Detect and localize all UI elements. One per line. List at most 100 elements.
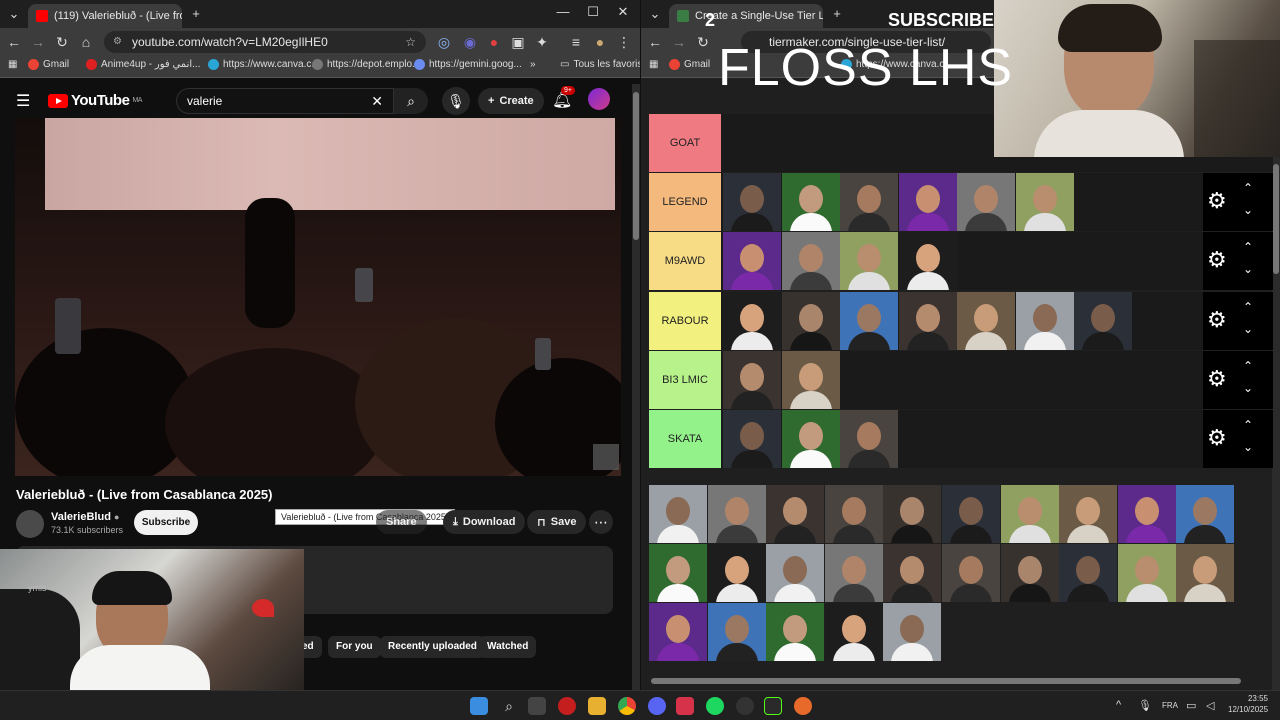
tier-item-image[interactable] <box>840 410 898 468</box>
tier-item-image[interactable] <box>781 173 840 231</box>
channel-name[interactable]: ValerieBlud ● <box>51 511 119 523</box>
bookmark-canva[interactable]: https://www.canva.c... <box>208 59 320 70</box>
tier-item-image[interactable] <box>957 292 1015 350</box>
back-icon[interactable]: ← <box>6 34 22 50</box>
tier-item-image[interactable] <box>781 410 840 468</box>
move-tier-down-icon[interactable]: ⌄ <box>1243 262 1253 276</box>
network-icon[interactable]: ▭ <box>1186 699 1196 712</box>
voice-search-icon[interactable]: 🎙 <box>442 87 470 115</box>
search-icon[interactable]: ⌕ <box>500 697 518 715</box>
pool-item-image[interactable] <box>883 603 942 661</box>
tier-label[interactable]: RABOUR <box>649 292 721 350</box>
file-explorer-icon[interactable] <box>588 697 606 715</box>
pool-item-image[interactable] <box>766 603 825 661</box>
apps-icon[interactable]: ▦ <box>649 59 658 70</box>
menu-icon[interactable]: ⋮ <box>616 34 632 50</box>
save-button[interactable]: ⊓ Save <box>527 510 587 534</box>
pool-item-image[interactable] <box>1000 485 1059 543</box>
move-tier-up-icon[interactable]: ⌃ <box>1243 240 1253 254</box>
extension-icon[interactable]: ● <box>486 34 502 50</box>
tier-item-image[interactable] <box>1074 292 1132 350</box>
youtube-logo[interactable]: YouTube MA <box>48 92 142 109</box>
subscribe-button[interactable]: Subscribe <box>134 510 198 535</box>
all-bookmarks[interactable]: ▭ Tous les favoris <box>560 59 640 70</box>
app-icon[interactable] <box>736 697 754 715</box>
volume-icon[interactable]: ◁ <box>1206 699 1214 712</box>
chrome-icon[interactable] <box>618 697 636 715</box>
clear-search-icon[interactable]: ✕ <box>371 89 383 113</box>
pool-item-image[interactable] <box>1117 544 1176 602</box>
tier-label[interactable]: SKATA <box>649 410 721 468</box>
tier-item-image[interactable] <box>840 292 898 350</box>
back-icon[interactable]: ← <box>647 34 663 50</box>
pool-item-image[interactable] <box>707 603 766 661</box>
bookmark-depot[interactable]: https://depot.emplo... <box>312 59 420 70</box>
tab-search-icon[interactable]: ⌄ <box>6 6 22 22</box>
tier-item-image[interactable] <box>723 173 781 231</box>
search-icon[interactable]: ⌕ <box>394 88 428 114</box>
bookmark-gmail[interactable]: Gmail <box>669 59 710 70</box>
tier-settings-gear-icon[interactable]: ⚙ <box>1207 189 1227 213</box>
puzzle-icon[interactable]: ✦ <box>534 34 550 50</box>
reading-list-icon[interactable]: ≡ <box>568 34 584 50</box>
tier-item-image[interactable] <box>840 232 898 290</box>
tier-item-image[interactable] <box>723 232 781 290</box>
tier-label[interactable]: GOAT <box>649 114 721 172</box>
move-tier-down-icon[interactable]: ⌄ <box>1243 440 1253 454</box>
tier-row[interactable]: SKATA ⚙ ⌃ ⌄ <box>649 410 1273 468</box>
tier-label[interactable]: LEGEND <box>649 173 721 231</box>
pool-item-image[interactable] <box>824 603 883 661</box>
discord-icon[interactable] <box>648 697 666 715</box>
more-bookmarks-icon[interactable]: » <box>530 59 536 70</box>
download-button[interactable]: ⤓ Download <box>443 510 526 534</box>
reload-icon[interactable]: ↻ <box>695 34 711 50</box>
pool-item-image[interactable] <box>1117 485 1176 543</box>
tier-settings-gear-icon[interactable]: ⚙ <box>1207 367 1227 391</box>
app-icon[interactable] <box>794 697 812 715</box>
pool-item-image[interactable] <box>649 485 707 543</box>
pool-item-image[interactable] <box>942 485 1000 543</box>
tier-item-image[interactable] <box>781 232 840 290</box>
pool-item-image[interactable] <box>1059 544 1118 602</box>
create-button[interactable]: + Create <box>478 88 544 114</box>
channel-watermark-icon[interactable] <box>593 444 619 470</box>
tier-item-image[interactable] <box>840 173 898 231</box>
bookmark-star-icon[interactable]: ☆ <box>405 31 416 53</box>
forward-icon[interactable]: → <box>671 34 687 50</box>
pool-item-image[interactable] <box>1000 544 1059 602</box>
tier-item-image[interactable] <box>723 410 781 468</box>
move-tier-up-icon[interactable]: ⌃ <box>1243 359 1253 373</box>
pool-item-image[interactable] <box>942 544 1000 602</box>
tier-item-image[interactable] <box>723 351 781 409</box>
move-tier-up-icon[interactable]: ⌃ <box>1243 181 1253 195</box>
app-icon[interactable] <box>676 697 694 715</box>
tab-search-icon[interactable]: ⌄ <box>647 6 663 22</box>
tier-label[interactable]: BI3 LMIC <box>649 351 721 409</box>
move-tier-up-icon[interactable]: ⌃ <box>1243 300 1253 314</box>
youtube-search-input[interactable]: valerie ✕ <box>176 88 394 114</box>
channel-avatar[interactable] <box>16 510 44 538</box>
tier-item-image[interactable] <box>781 351 840 409</box>
extension-icon[interactable]: ◎ <box>436 34 452 50</box>
pool-item-image[interactable] <box>883 544 942 602</box>
tier-settings-gear-icon[interactable]: ⚙ <box>1207 308 1227 332</box>
spotify-icon[interactable] <box>706 697 724 715</box>
right-page-scrollbar[interactable] <box>1272 84 1280 690</box>
tier-item-image[interactable] <box>898 173 957 231</box>
apps-icon[interactable]: ▦ <box>8 59 17 70</box>
pool-item-image[interactable] <box>1176 544 1235 602</box>
horizontal-scrollbar[interactable] <box>651 678 1241 684</box>
share-button[interactable]: Share <box>376 510 427 534</box>
move-tier-down-icon[interactable]: ⌄ <box>1243 322 1253 336</box>
extension-icon[interactable]: ◉ <box>462 34 478 50</box>
tier-row[interactable]: RABOUR ⚙ ⌃ ⌄ <box>649 292 1273 350</box>
bookmark-gmail[interactable]: Gmail <box>28 59 69 70</box>
reload-icon[interactable]: ↻ <box>54 34 70 50</box>
clock-date[interactable]: 12/10/2025 <box>1228 705 1268 714</box>
more-actions-icon[interactable]: ⋯ <box>589 510 613 534</box>
pool-item-image[interactable] <box>707 544 766 602</box>
minimize-icon[interactable]: — <box>548 4 578 19</box>
clock-time[interactable]: 23:55 <box>1228 694 1268 703</box>
maximize-icon[interactable]: ☐ <box>578 4 608 20</box>
pool-item-image[interactable] <box>1059 485 1118 543</box>
